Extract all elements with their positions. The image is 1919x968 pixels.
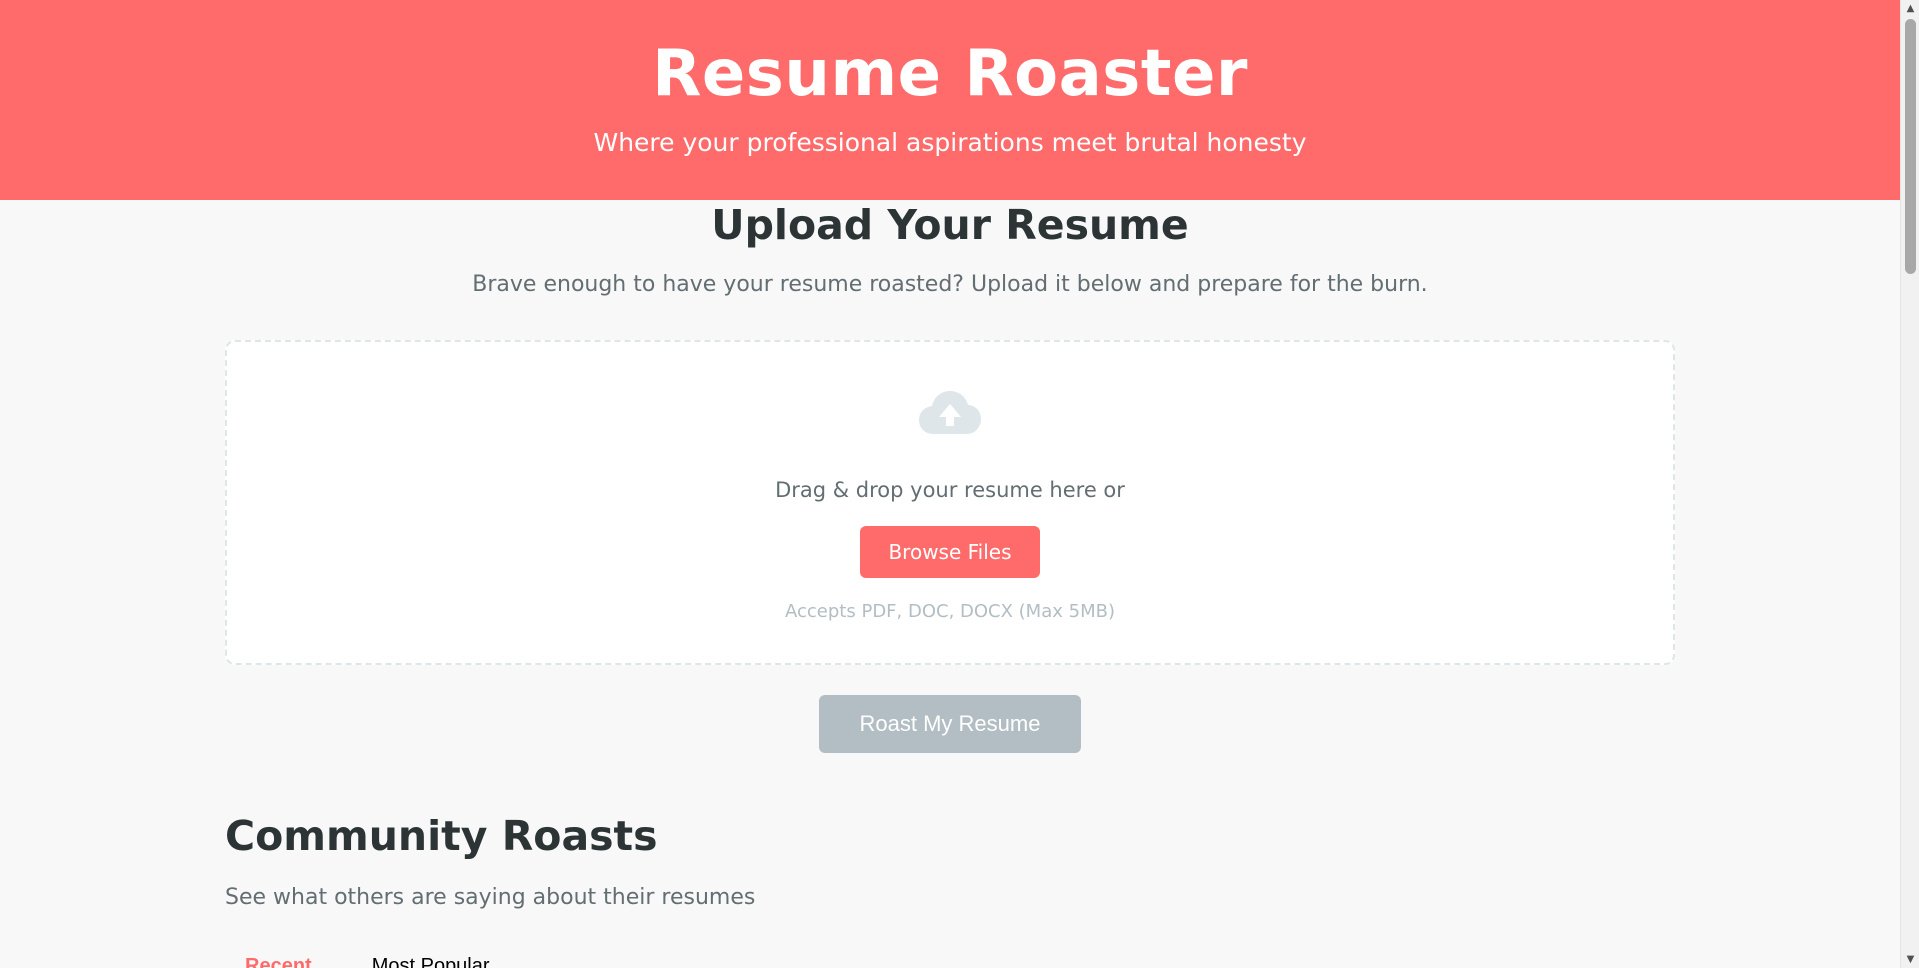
tab-recent[interactable]: Recent (245, 953, 312, 968)
cloud-upload-icon (919, 390, 981, 436)
accepted-formats-note: Accepts PDF, DOC, DOCX (Max 5MB) (785, 601, 1115, 622)
vertical-scrollbar[interactable]: ▲ ▼ (1900, 0, 1919, 968)
viewport: Resume Roaster Where your professional a… (0, 0, 1900, 968)
upload-title: Upload Your Resume (711, 201, 1189, 249)
upload-description: Brave enough to have your resume roasted… (472, 272, 1428, 297)
dropzone-text: Drag & drop your resume here or (775, 478, 1125, 502)
page: Resume Roaster Where your professional a… (0, 0, 1919, 968)
site-tagline: Where your professional aspirations meet… (593, 128, 1307, 157)
roast-my-resume-button[interactable]: Roast My Resume (819, 695, 1081, 753)
upload-section: Upload Your Resume Brave enough to have … (225, 200, 1675, 753)
scrollbar-thumb[interactable] (1905, 19, 1916, 274)
site-header: Resume Roaster Where your professional a… (0, 0, 1900, 200)
community-title: Community Roasts (225, 812, 658, 860)
roast-tabs: Recent Most Popular (225, 953, 1675, 968)
site-title: Resume Roaster (652, 37, 1248, 111)
chevron-up-icon[interactable]: ▲ (1901, 0, 1919, 17)
resume-dropzone[interactable]: Drag & drop your resume here or Browse F… (225, 340, 1675, 665)
community-description: See what others are saying about their r… (225, 885, 756, 910)
main-content: Upload Your Resume Brave enough to have … (225, 200, 1675, 968)
community-section: Community Roasts See what others are say… (225, 811, 1675, 968)
browse-files-button[interactable]: Browse Files (860, 526, 1040, 578)
chevron-down-icon[interactable]: ▼ (1901, 951, 1919, 968)
tab-most-popular[interactable]: Most Popular (372, 953, 490, 968)
